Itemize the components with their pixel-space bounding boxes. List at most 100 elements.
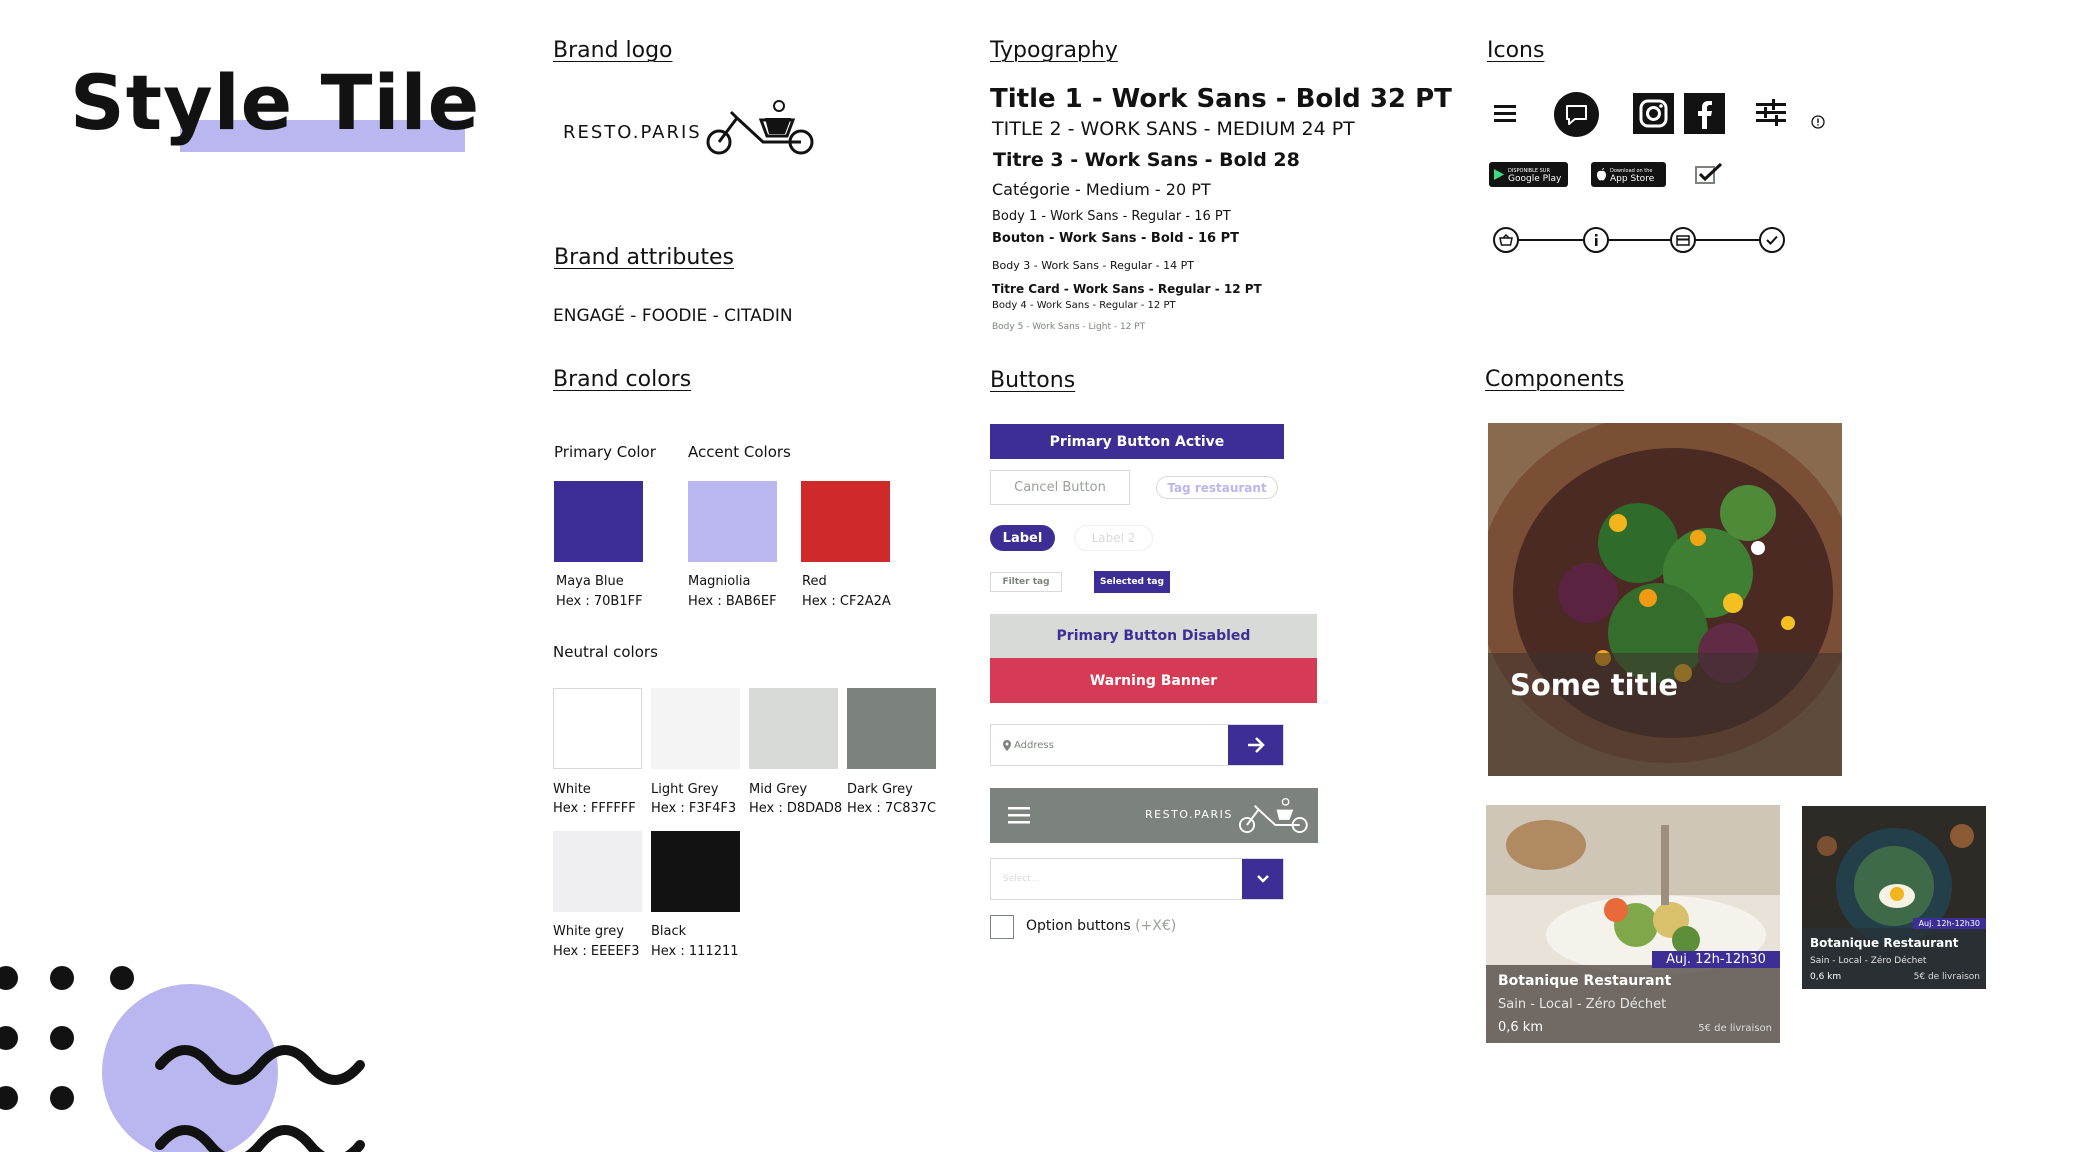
restaurant-distance: 0,6 km (1498, 1020, 1543, 1035)
swatch-hex: Hex : D8DAD8 (749, 801, 843, 816)
apple-icon (1597, 168, 1606, 181)
type-sample-body1: Body 1 - Work Sans - Regular - 16 PT (992, 209, 1231, 224)
swatch-maya-blue (554, 481, 643, 562)
address-submit-button[interactable] (1228, 725, 1283, 765)
check-box-icon[interactable] (1695, 162, 1723, 186)
cargo-bike-logo (706, 100, 814, 155)
warning-banner: Warning Banner (990, 658, 1317, 703)
restaurant-tags: Sain - Local - Zéro Déchet (1498, 997, 1667, 1012)
cargo-bike-logo (1238, 797, 1308, 834)
restaurant-title: Botanique Restaurant (1810, 936, 1959, 950)
swatch-name: White grey (553, 924, 624, 939)
icons-heading: Icons (1487, 38, 1545, 63)
swatch-hex: Hex : FFFFFF (553, 801, 636, 816)
swatch-white (553, 688, 642, 769)
google-play-badge[interactable]: DISPONIBLE SUR Google Play (1489, 162, 1568, 187)
app-store-badge[interactable]: Download on the App Store (1591, 162, 1666, 187)
info-small-icon (1811, 115, 1825, 129)
restaurant-delivery: 5€ de livraison (1698, 1023, 1772, 1034)
brand-colors-heading: Brand colors (553, 367, 692, 392)
brand-attributes-text: ENGAGÉ - FOODIE - CITADIN (553, 306, 793, 326)
type-sample-button: Bouton - Work Sans - Bold - 16 PT (992, 231, 1239, 246)
swatch-name: Maya Blue (556, 574, 624, 589)
typography-heading: Typography (990, 38, 1118, 63)
facebook-icon[interactable] (1684, 93, 1725, 134)
swatch-black (651, 831, 740, 912)
swatch-name: Magniolia (688, 574, 751, 589)
chevron-down-icon (1256, 875, 1269, 883)
swatch-name: Red (802, 574, 827, 589)
swatch-hex: Hex : F3F4F3 (651, 801, 737, 816)
type-sample-body3: Body 3 - Work Sans - Regular - 14 PT (992, 259, 1194, 272)
selected-tag[interactable]: Selected tag (1094, 571, 1170, 593)
filter-sliders-icon[interactable] (1756, 98, 1786, 128)
option-price: (+X€) (1135, 918, 1177, 934)
time-badge: Auj. 12h-12h30 (1652, 951, 1780, 968)
address-placeholder: Address (1014, 739, 1054, 751)
brand-logo-text: RESTO.PARIS (563, 122, 702, 143)
brand-attributes-heading: Brand attributes (554, 245, 734, 270)
hero-title: Some title (1510, 668, 1679, 702)
info-step-icon[interactable] (1583, 227, 1609, 253)
restaurant-tags: Sain - Local - Zéro Déchet (1810, 956, 1927, 966)
option-label: Option buttons (+X€) (1026, 918, 1176, 934)
restaurant-delivery: 5€ de livraison (1913, 972, 1980, 982)
restaurant-distance: 0,6 km (1810, 972, 1842, 982)
select-dropdown[interactable]: Select... (990, 858, 1284, 900)
swatch-name: Black (651, 924, 687, 939)
swatch-dark-grey (847, 688, 936, 769)
google-play-text: Google Play (1508, 173, 1562, 184)
swatch-hex: Hex : 70B1FF (556, 594, 643, 609)
option-checkbox[interactable] (990, 915, 1014, 939)
restaurant-card-large[interactable]: Auj. 12h-12h30 Botanique Restaurant Sain… (1486, 805, 1780, 1043)
swatch-light-grey (651, 688, 740, 769)
restaurant-card-small[interactable]: Auj. 12h-12h30 Botanique Restaurant Sain… (1802, 806, 1986, 989)
chat-icon[interactable] (1554, 92, 1599, 137)
filter-tag[interactable]: Filter tag (990, 572, 1062, 592)
option-label-text: Option buttons (1026, 918, 1131, 934)
location-pin-icon (1003, 739, 1011, 751)
swatch-name: Light Grey (651, 782, 719, 797)
primary-button-disabled: Primary Button Disabled (990, 614, 1317, 658)
card-step-icon[interactable] (1670, 227, 1696, 253)
primary-color-label: Primary Color (554, 443, 656, 461)
swatch-mid-grey (749, 688, 838, 769)
tag-restaurant[interactable]: Tag restaurant (1156, 476, 1278, 499)
select-placeholder: Select... (1003, 874, 1040, 884)
select-toggle[interactable] (1242, 859, 1283, 899)
neutral-colors-label: Neutral colors (553, 643, 658, 661)
label-pill[interactable]: Label (990, 525, 1055, 551)
cancel-button[interactable]: Cancel Button (990, 470, 1130, 505)
swatch-magnolia (688, 481, 777, 562)
label-2-pill[interactable]: Label 2 (1074, 525, 1153, 551)
stepper-line (1506, 239, 1776, 241)
app-store-text: App Store (1610, 173, 1655, 184)
basket-step-icon[interactable] (1493, 227, 1519, 253)
type-sample-title2: TITLE 2 - WORK SANS - MEDIUM 24 PT (992, 118, 1355, 140)
type-sample-body5: Body 5 - Work Sans - Light - 12 PT (992, 322, 1146, 332)
type-sample-title3: Titre 3 - Work Sans - Bold 28 (993, 149, 1300, 171)
swatch-name: Mid Grey (749, 782, 808, 797)
time-badge: Auj. 12h-12h30 (1912, 918, 1986, 929)
decorative-shapes (0, 966, 365, 1152)
swatch-name: Dark Grey (847, 782, 913, 797)
address-field[interactable]: Address (990, 724, 1284, 766)
swatch-white-grey (553, 831, 642, 912)
instagram-icon[interactable] (1633, 93, 1674, 134)
swatch-hex: Hex : EEEEF3 (553, 944, 640, 959)
restaurant-title: Botanique Restaurant (1498, 973, 1672, 989)
primary-button-active[interactable]: Primary Button Active (990, 424, 1284, 459)
check-step-icon[interactable] (1759, 227, 1785, 253)
menu-icon[interactable] (1494, 102, 1516, 124)
swatch-hex: Hex : 111211 (651, 944, 739, 959)
swatch-name: White (553, 782, 591, 797)
type-sample-title1: Title 1 - Work Sans - Bold 32 PT (990, 84, 1452, 114)
hero-card[interactable]: Some title (1488, 423, 1842, 776)
brand-logo-heading: Brand logo (553, 38, 673, 63)
accent-colors-label: Accent Colors (688, 443, 791, 461)
menu-icon[interactable] (1008, 805, 1030, 825)
arrow-right-icon (1247, 737, 1265, 753)
page-title: Style Tile (70, 58, 481, 147)
buttons-heading: Buttons (990, 368, 1076, 393)
type-sample-body4: Body 4 - Work Sans - Regular - 12 PT (992, 300, 1176, 311)
